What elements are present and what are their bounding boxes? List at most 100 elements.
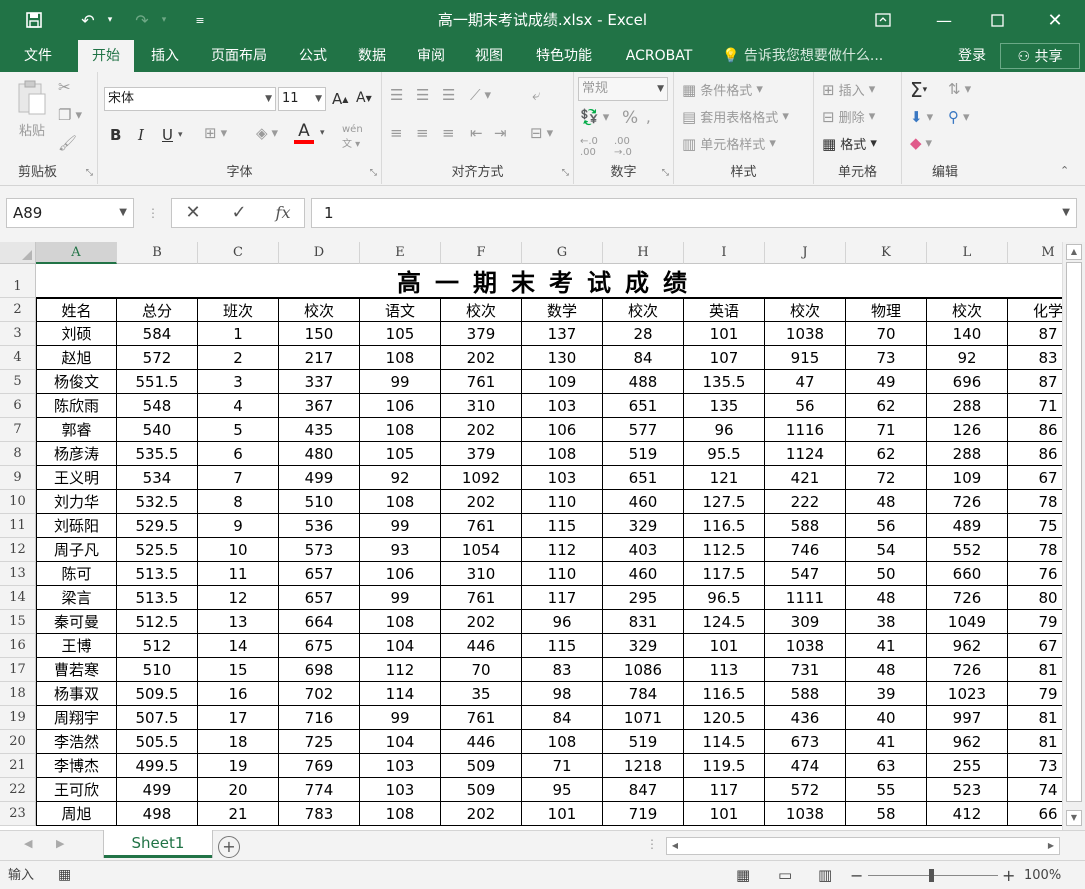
scroll-right-icon[interactable]: ▶: [1043, 838, 1059, 854]
format-as-table-button[interactable]: ▤ 套用表格格式 ▾: [682, 107, 789, 127]
sheet-tab[interactable]: Sheet1: [104, 830, 212, 858]
format-painter-icon[interactable]: 🖌: [58, 134, 81, 152]
column-header[interactable]: A: [36, 242, 117, 264]
data-cell[interactable]: 137: [522, 322, 603, 346]
data-cell[interactable]: 1038: [765, 802, 846, 826]
data-cell[interactable]: 周翔宇: [36, 706, 117, 730]
data-cell[interactable]: 1: [198, 322, 279, 346]
header-cell[interactable]: 班次: [198, 298, 279, 322]
data-cell[interactable]: 588: [765, 514, 846, 538]
data-cell[interactable]: 726: [927, 490, 1008, 514]
data-cell[interactable]: 56: [765, 394, 846, 418]
zoom-out-icon[interactable]: −: [850, 861, 863, 889]
tab-data[interactable]: 数据: [346, 40, 398, 72]
data-cell[interactable]: 288: [927, 442, 1008, 466]
data-cell[interactable]: 刘力华: [36, 490, 117, 514]
data-cell[interactable]: 104: [360, 634, 441, 658]
select-all-button[interactable]: [0, 242, 36, 264]
data-cell[interactable]: 774: [279, 778, 360, 802]
header-cell[interactable]: 校次: [441, 298, 522, 322]
name-box[interactable]: A89 ▼: [6, 198, 134, 228]
row-header[interactable]: 16: [0, 634, 36, 658]
column-header[interactable]: C: [198, 242, 279, 264]
header-cell[interactable]: 校次: [279, 298, 360, 322]
data-cell[interactable]: 113: [684, 658, 765, 682]
data-cell[interactable]: 101: [684, 322, 765, 346]
data-cell[interactable]: 698: [279, 658, 360, 682]
number-launcher-icon[interactable]: ⤡: [662, 168, 669, 178]
data-cell[interactable]: 5: [198, 418, 279, 442]
row-header[interactable]: 22: [0, 778, 36, 802]
row-header[interactable]: 20: [0, 730, 36, 754]
formula-input[interactable]: 1 ▼: [311, 198, 1077, 228]
data-cell[interactable]: 70: [846, 322, 927, 346]
data-cell[interactable]: 84: [522, 706, 603, 730]
data-cell[interactable]: 李浩然: [36, 730, 117, 754]
merge-center-icon[interactable]: ⊟ ▾: [530, 124, 553, 142]
data-cell[interactable]: 4: [198, 394, 279, 418]
data-cell[interactable]: 519: [603, 442, 684, 466]
data-cell[interactable]: 周旭: [36, 802, 117, 826]
data-cell[interactable]: 116.5: [684, 514, 765, 538]
data-cell[interactable]: 509: [441, 754, 522, 778]
row-header[interactable]: 7: [0, 418, 36, 442]
alignment-launcher-icon[interactable]: ⤡: [562, 168, 569, 178]
data-cell[interactable]: 108: [522, 730, 603, 754]
cancel-icon[interactable]: ✕: [178, 198, 208, 228]
data-cell[interactable]: 106: [360, 394, 441, 418]
data-cell[interactable]: 112.5: [684, 538, 765, 562]
data-cell[interactable]: 63: [846, 754, 927, 778]
data-cell[interactable]: 92: [927, 346, 1008, 370]
column-header[interactable]: G: [522, 242, 603, 264]
data-cell[interactable]: 1124: [765, 442, 846, 466]
tab-acrobat[interactable]: ACROBAT: [614, 40, 704, 72]
data-cell[interactable]: 梁言: [36, 586, 117, 610]
font-size-select[interactable]: 11 ▼: [278, 87, 326, 111]
align-right-icon[interactable]: ≡: [442, 124, 459, 142]
data-cell[interactable]: 1038: [765, 322, 846, 346]
zoom-in-icon[interactable]: +: [1002, 861, 1015, 889]
data-cell[interactable]: 14: [198, 634, 279, 658]
sheet-title-cell[interactable]: 高一期末考试成绩: [36, 264, 1062, 298]
tell-me-box[interactable]: 💡 告诉我您想要做什么...: [722, 40, 883, 72]
add-sheet-icon[interactable]: +: [218, 836, 240, 858]
row-header[interactable]: 9: [0, 466, 36, 490]
data-cell[interactable]: 584: [117, 322, 198, 346]
data-cell[interactable]: 499: [117, 778, 198, 802]
data-cell[interactable]: 379: [441, 322, 522, 346]
data-cell[interactable]: 王义明: [36, 466, 117, 490]
row-header[interactable]: 19: [0, 706, 36, 730]
row-header[interactable]: 5: [0, 370, 36, 394]
column-header[interactable]: E: [360, 242, 441, 264]
data-cell[interactable]: 535.5: [117, 442, 198, 466]
data-cell[interactable]: 92: [360, 466, 441, 490]
data-cell[interactable]: 96: [684, 418, 765, 442]
data-cell[interactable]: 11: [198, 562, 279, 586]
data-cell[interactable]: 71: [846, 418, 927, 442]
customize-qat-icon[interactable]: ≡: [188, 8, 212, 32]
data-cell[interactable]: 509.5: [117, 682, 198, 706]
data-cell[interactable]: 曹若寒: [36, 658, 117, 682]
normal-view-icon[interactable]: ▦: [736, 861, 750, 889]
orientation-icon[interactable]: ⟋ ▾: [470, 86, 491, 104]
data-cell[interactable]: 474: [765, 754, 846, 778]
insert-function-button[interactable]: fx: [268, 198, 298, 228]
data-cell[interactable]: 460: [603, 562, 684, 586]
data-cell[interactable]: 716: [279, 706, 360, 730]
data-cell[interactable]: 412: [927, 802, 1008, 826]
data-cell[interactable]: 310: [441, 562, 522, 586]
data-cell[interactable]: 255: [927, 754, 1008, 778]
undo-icon[interactable]: ↶: [76, 8, 100, 32]
data-cell[interactable]: 1038: [765, 634, 846, 658]
data-cell[interactable]: 106: [360, 562, 441, 586]
column-header[interactable]: D: [279, 242, 360, 264]
data-cell[interactable]: 108: [360, 346, 441, 370]
data-cell[interactable]: 陈可: [36, 562, 117, 586]
data-cell[interactable]: 10: [198, 538, 279, 562]
data-cell[interactable]: 2: [198, 346, 279, 370]
data-cell[interactable]: 572: [765, 778, 846, 802]
data-cell[interactable]: 7: [198, 466, 279, 490]
data-cell[interactable]: 310: [441, 394, 522, 418]
column-header[interactable]: H: [603, 242, 684, 264]
data-cell[interactable]: 18: [198, 730, 279, 754]
